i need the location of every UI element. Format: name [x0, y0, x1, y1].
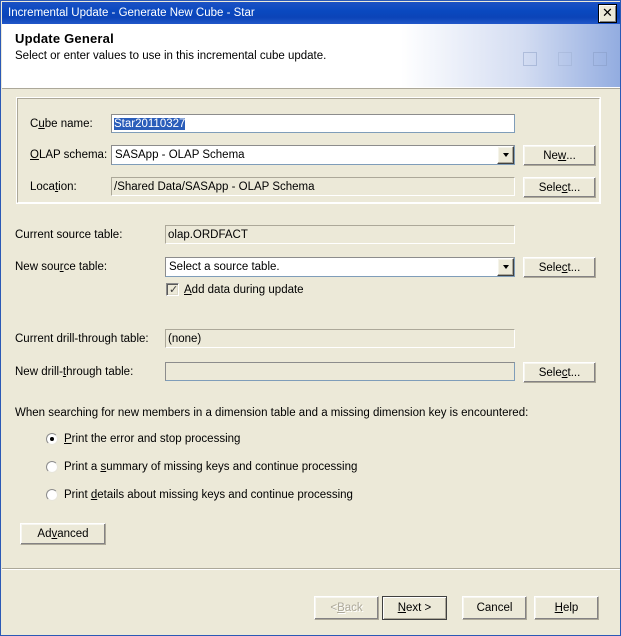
- new-drillthrough-field[interactable]: [165, 362, 515, 381]
- select-source-table-button[interactable]: Sele c t...: [523, 257, 596, 278]
- select-drillthrough-button[interactable]: Sele c t...: [523, 362, 596, 383]
- checkbox-box: ✓: [166, 283, 179, 296]
- missing-keys-prompt: When searching for new members in a dime…: [15, 407, 529, 419]
- dialog-footer: < Back Next > Cancel Help: [2, 568, 620, 635]
- check-icon: ✓: [169, 283, 179, 296]
- olap-schema-combobox[interactable]: SASApp - OLAP Schema: [111, 145, 515, 165]
- current-drillthrough-label: Current drill-through table:: [15, 333, 149, 345]
- location-value: /Shared Data/SASApp - OLAP Schema: [114, 180, 315, 193]
- header-square-icon-2: [558, 52, 572, 66]
- location-field: /Shared Data/SASApp - OLAP Schema: [111, 177, 515, 196]
- title-bar[interactable]: Incremental Update - Generate New Cube -…: [2, 2, 620, 24]
- cancel-button[interactable]: Cancel: [462, 596, 527, 620]
- radio-indicator: [46, 433, 58, 445]
- radio-indicator: [46, 461, 58, 473]
- radio-print-details-continue[interactable]: Print details about missing keys and con…: [46, 489, 353, 501]
- page-title: Update General: [15, 31, 114, 46]
- current-source-table-field: olap.ORDFACT: [165, 225, 515, 244]
- page-subtitle: Select or enter values to use in this in…: [15, 50, 327, 62]
- help-button[interactable]: Help: [534, 596, 599, 620]
- new-drillthrough-label: New drill-through table:: [15, 366, 134, 378]
- add-data-label: Add data during update: [184, 283, 304, 296]
- new-schema-button[interactable]: Ne w...: [523, 145, 596, 166]
- header-square-icon-1: [523, 52, 537, 66]
- radio-print-summary-continue[interactable]: Print a summary of missing keys and cont…: [46, 461, 357, 473]
- chevron-down-icon[interactable]: [497, 258, 514, 276]
- add-data-during-update-checkbox[interactable]: ✓ Add data during update: [166, 283, 304, 296]
- radio-label-print-error-stop: Print the error and stop processing: [64, 433, 241, 445]
- header-square-icon-3: [593, 52, 607, 66]
- close-icon[interactable]: ✕: [598, 3, 617, 23]
- dialog-body: Cube name: Star20110327 OLAP schema: SAS…: [2, 89, 620, 569]
- cube-name-value: Star20110327: [114, 117, 186, 130]
- current-drillthrough-value: (none): [168, 332, 202, 345]
- wizard-header: Update General Select or enter values to…: [2, 24, 620, 87]
- olap-schema-label: OLAP schema:: [30, 149, 108, 161]
- location-label: Location:: [30, 181, 77, 193]
- back-button[interactable]: < Back: [314, 596, 379, 620]
- current-source-table-value: olap.ORDFACT: [168, 228, 248, 241]
- title-bar-buttons: ✕: [598, 3, 620, 23]
- radio-label-print-summary-continue: Print a summary of missing keys and cont…: [64, 461, 358, 473]
- next-button[interactable]: Next >: [382, 596, 447, 620]
- radio-indicator: [46, 489, 58, 501]
- advanced-button[interactable]: Ad v anced: [20, 523, 106, 545]
- arrow-down-glyph: [502, 153, 509, 157]
- new-source-table-value: Select a source table.: [169, 261, 280, 273]
- current-source-table-label: Current source table:: [15, 229, 123, 241]
- current-drillthrough-field: (none): [165, 329, 515, 348]
- window-title: Incremental Update - Generate New Cube -…: [8, 7, 255, 19]
- incremental-update-wizard-dialog: Incremental Update - Generate New Cube -…: [0, 0, 621, 636]
- radio-print-error-stop[interactable]: Print the error and stop processing: [46, 433, 240, 445]
- cube-name-input[interactable]: Star20110327: [111, 114, 515, 133]
- select-location-button[interactable]: Sele c t...: [523, 177, 596, 198]
- olap-schema-value: SASApp - OLAP Schema: [115, 149, 245, 161]
- chevron-down-icon[interactable]: [497, 146, 514, 164]
- arrow-down-glyph: [502, 265, 509, 269]
- header-gradient: [401, 24, 620, 87]
- new-source-table-label: New source table:: [15, 261, 108, 273]
- radio-label-print-details-continue: Print details about missing keys and con…: [64, 489, 353, 501]
- footer-separator-light: [2, 569, 620, 570]
- new-source-table-combobox[interactable]: Select a source table.: [165, 257, 515, 277]
- cube-name-label: Cube name:: [30, 118, 93, 130]
